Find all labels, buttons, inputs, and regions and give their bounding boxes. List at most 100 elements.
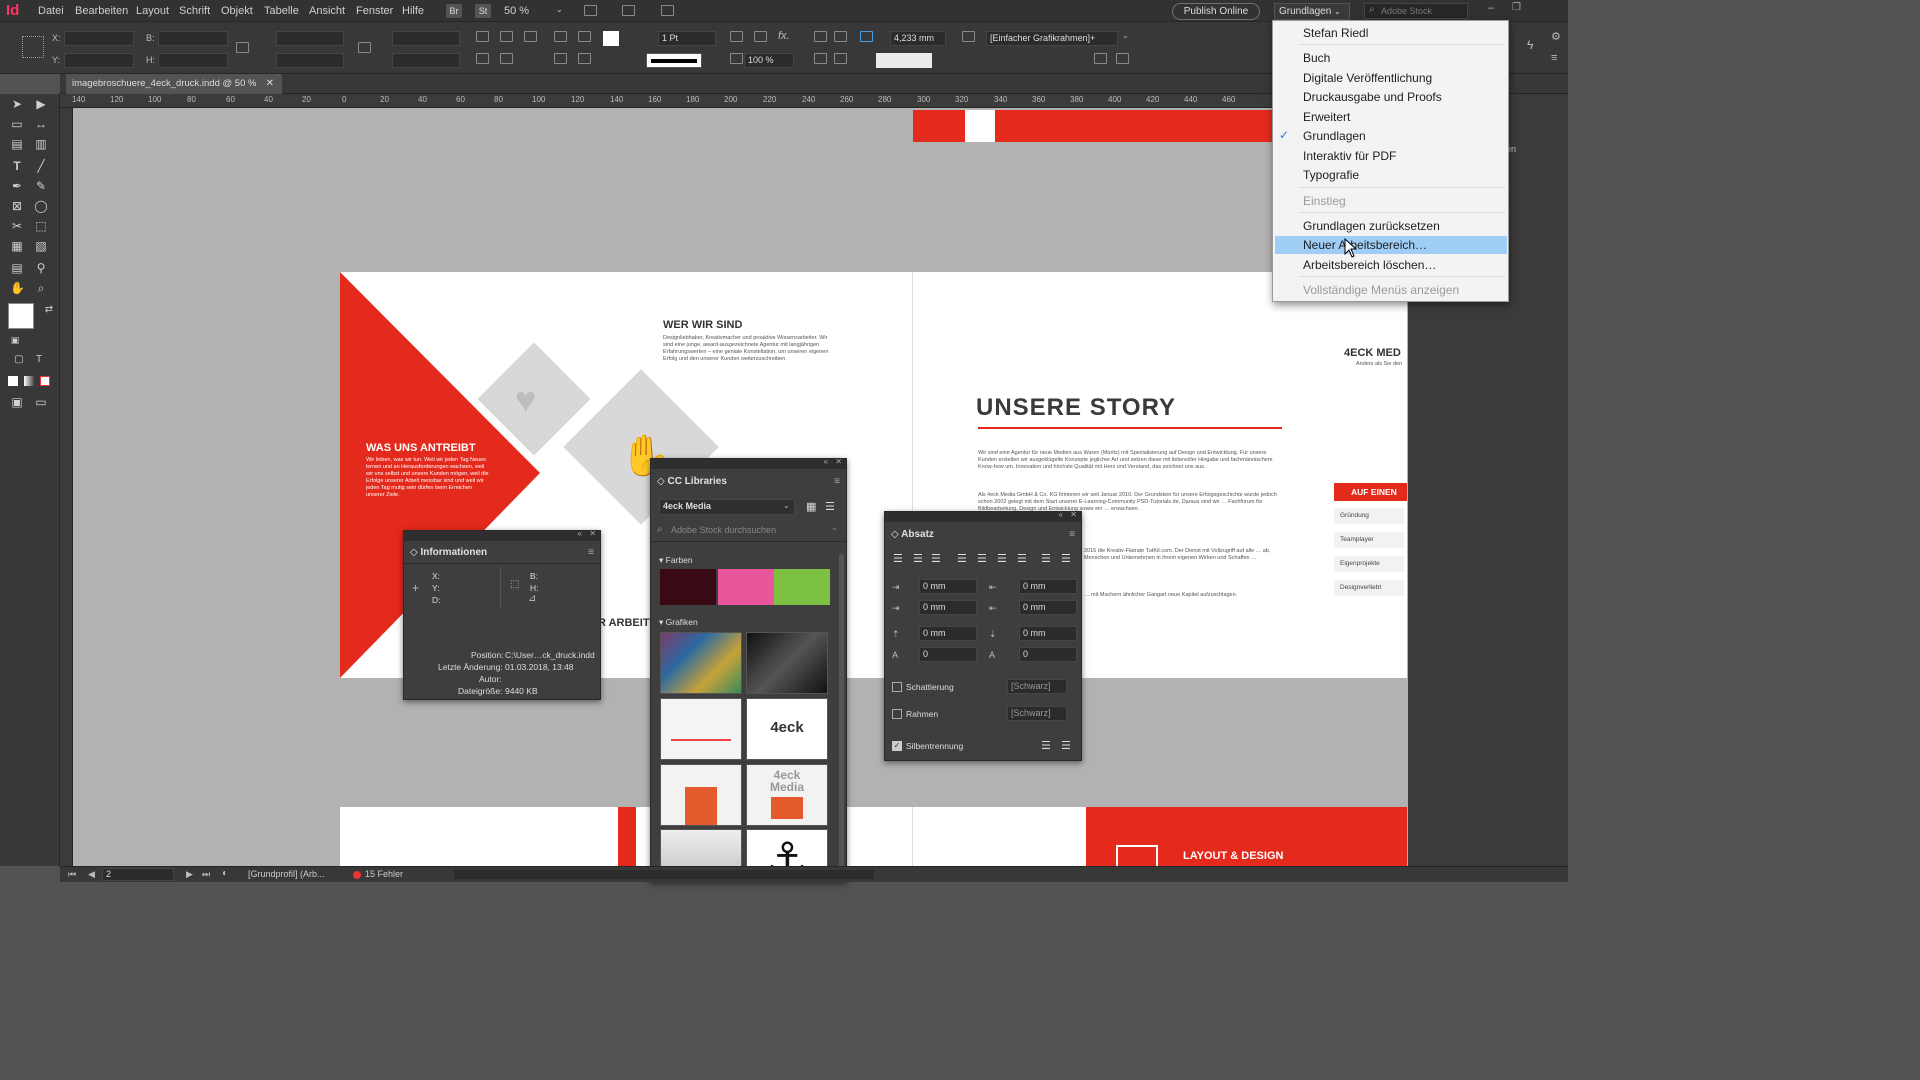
shading-checkbox[interactable] [892, 682, 902, 692]
page-tool-icon[interactable]: ▭ [10, 118, 24, 130]
apply-color-icon[interactable] [8, 376, 18, 386]
close-icon[interactable]: ✕ [589, 529, 596, 538]
offset-field[interactable]: 4,233 mm [890, 31, 946, 46]
right-indent-field[interactable]: 0 mm [1019, 579, 1077, 594]
fill-swatch[interactable] [603, 31, 619, 46]
object-style-icon[interactable] [962, 31, 975, 42]
x-field[interactable] [64, 31, 134, 46]
gear-icon[interactable]: ⚙ [1551, 30, 1561, 43]
menu-item-grundlagen[interactable]: Grundlagen [1275, 127, 1507, 145]
menu-item-interaktiv-pdf[interactable]: Interaktiv für PDF [1275, 147, 1507, 165]
top-page-red-band[interactable] [913, 110, 1273, 142]
left-indent-field[interactable]: 0 mm [919, 579, 977, 594]
open-page-icon[interactable]: ◐ [222, 868, 228, 879]
border-color-select[interactable]: [Schwarz] [1007, 706, 1067, 721]
direct-selection-tool-icon[interactable]: ▶ [34, 98, 48, 110]
align-away-spine-icon[interactable]: ☰ [1061, 552, 1071, 565]
workspace-menu[interactable]: Stefan Riedl Buch Digitale Veröffentlich… [1272, 20, 1509, 302]
graphic-collage-thumb[interactable] [660, 632, 742, 694]
type-tool-icon[interactable]: T [10, 160, 24, 172]
next-page-icon[interactable]: ▶ [186, 869, 193, 880]
align-left-icon[interactable]: ☰ [893, 552, 903, 565]
normal-view-icon[interactable]: ▣ [10, 396, 24, 408]
flip-vertical-icon[interactable] [500, 53, 513, 64]
previous-page-icon[interactable]: ◀ [88, 869, 95, 880]
info-panel[interactable]: «✕ ◇ Informationen ≡ + X: Y: D: ⬚ B: H: … [403, 529, 601, 700]
cc-panel-title[interactable]: ◇ CC Libraries [657, 476, 727, 487]
lightning-icon[interactable]: ϟ [1527, 38, 1533, 52]
auto-fit-icon[interactable] [860, 31, 873, 42]
frame-fitting-icon[interactable] [1116, 53, 1129, 64]
object-style-select[interactable]: [Einfacher Grafikrahmen]+ [986, 31, 1118, 46]
select-container-icon[interactable] [554, 53, 567, 64]
formatting-text-icon[interactable]: T [32, 354, 46, 366]
align-icon[interactable] [554, 31, 567, 42]
distribute-icon[interactable] [578, 31, 591, 42]
gradient-swatch-tool-icon[interactable]: ▦ [10, 240, 24, 252]
menu-schrift[interactable]: Schrift [179, 5, 210, 17]
default-colors-icon[interactable]: ▣ [8, 334, 22, 346]
library-chevron-icon[interactable]: ⌄ [783, 501, 790, 510]
drop-cap-chars-field[interactable]: 0 [1019, 647, 1077, 662]
graphic-logo-small-thumb[interactable]: 4eck Media [746, 764, 828, 826]
object-style-chevron-icon[interactable]: ⌄ [1122, 31, 1129, 40]
rotate-cw-icon[interactable] [476, 31, 489, 42]
rotation-field[interactable] [392, 31, 460, 46]
constrain-icon[interactable] [236, 42, 249, 53]
close-icon[interactable]: ✕ [835, 459, 842, 466]
drop-cap-lines-field[interactable]: 0 [919, 647, 977, 662]
menu-item-buch[interactable]: Buch [1275, 49, 1507, 67]
panel-header[interactable]: «✕ [651, 459, 846, 469]
swatch-green[interactable] [774, 569, 830, 605]
collapse-icon[interactable]: « [824, 459, 828, 466]
formatting-container-icon[interactable]: ▢ [12, 354, 26, 366]
paragraph-menu-icon[interactable]: ≡ [1069, 529, 1075, 540]
content-collector-icon[interactable]: ▤ [10, 138, 24, 150]
menu-layout[interactable]: Layout [136, 5, 169, 17]
justify-right-icon[interactable]: ☰ [997, 552, 1007, 565]
menu-bearbeiten[interactable]: Bearbeiten [75, 5, 128, 17]
shear-field[interactable] [392, 53, 460, 68]
cc-libraries-panel[interactable]: «✕ ◇ CC Libraries ≡ 4eck Media ⌄ ▦ ☰ ⌕ A… [650, 458, 847, 882]
gap-tool-icon[interactable]: ↔ [34, 118, 48, 130]
apply-none-icon[interactable] [40, 376, 50, 386]
workspace-switcher[interactable]: Grundlagen ⌄ [1274, 3, 1350, 20]
link-scale-icon[interactable] [358, 42, 371, 53]
panel-header[interactable]: «✕ [404, 529, 600, 541]
menu-fenster[interactable]: Fenster [356, 5, 393, 17]
fill-color-icon[interactable] [8, 303, 34, 329]
cc-menu-icon[interactable]: ≡ [834, 476, 840, 487]
reference-point-icon[interactable] [22, 36, 44, 58]
stock-search-input[interactable]: Adobe Stock durchsuchen [671, 525, 831, 535]
zoom-level[interactable]: 50 % [504, 5, 529, 17]
bridge-button[interactable]: Br [446, 4, 462, 18]
flip-horizontal-icon[interactable] [476, 53, 489, 64]
horizontal-ruler[interactable]: 140 120 100 80 60 40 20 0 20 40 60 80 10… [60, 94, 1408, 108]
publish-online-button[interactable]: Publish Online [1172, 3, 1260, 20]
view-options-icon[interactable] [584, 5, 597, 16]
panel-menu-icon[interactable]: ≡ [1551, 52, 1557, 64]
stroke-weight-field[interactable]: 1 Pt [658, 31, 716, 46]
fit-frame-icon[interactable] [814, 53, 827, 64]
menu-hilfe[interactable]: Hilfe [402, 5, 424, 17]
text-wrap-icon[interactable] [814, 31, 827, 42]
opacity-icon[interactable] [730, 53, 743, 64]
align-spine-icon[interactable]: ☰ [1041, 552, 1051, 565]
apply-gradient-icon[interactable] [24, 376, 34, 386]
panel-header[interactable]: «✕ [885, 510, 1081, 522]
vertical-ruler[interactable] [60, 108, 73, 866]
stock-button[interactable]: St [475, 4, 491, 18]
graphic-logo-thumb[interactable]: 4eck Media [746, 698, 828, 760]
menu-item-typografie[interactable]: Typografie [1275, 166, 1507, 184]
swap-colors-icon[interactable]: ⇄ [42, 304, 56, 316]
rotate-ccw-icon[interactable] [500, 31, 513, 42]
frame-color-field[interactable] [876, 53, 932, 68]
first-line-indent-field[interactable]: 0 mm [919, 600, 977, 615]
last-line-indent-field[interactable]: 0 mm [1019, 600, 1077, 615]
align-center-icon[interactable]: ☰ [913, 552, 923, 565]
collapse-icon[interactable]: « [1059, 510, 1063, 519]
menu-item-neuer-arbeitsbereich[interactable]: Neuer Arbeitsbereich… [1275, 236, 1507, 254]
horizontal-scrollbar[interactable] [454, 870, 874, 879]
content-placer-icon[interactable]: ▥ [34, 138, 48, 150]
lower-spread[interactable]: LAYOUT & DESIGN [340, 807, 1407, 866]
